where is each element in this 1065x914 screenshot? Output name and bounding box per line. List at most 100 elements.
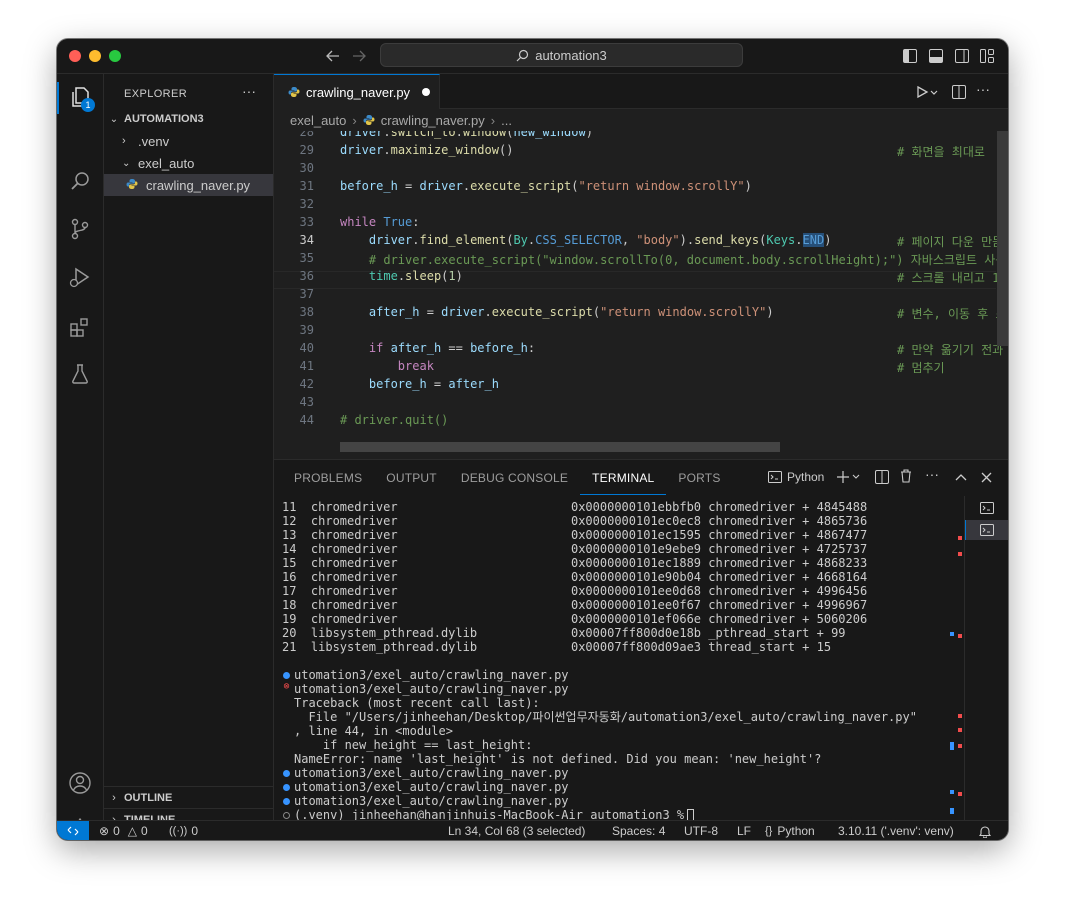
source-control-icon[interactable]	[67, 216, 93, 242]
code-line: # driver.quit()	[340, 413, 449, 427]
command-error-icon[interactable]: ⊗	[282, 682, 291, 692]
comment-text: # 멈추기	[897, 361, 945, 375]
chevron-right-icon: ›	[490, 112, 496, 128]
eol-status[interactable]: LF	[737, 821, 751, 840]
toggle-panel-icon[interactable]	[928, 48, 944, 64]
tree-item-venv[interactable]: › .venv	[104, 130, 273, 152]
horizontal-scrollbar-thumb[interactable]	[340, 442, 780, 452]
terminal-line: 12 chromedriver 0x0000000101ec0ec8 chrom…	[282, 514, 868, 528]
code-line: time.sleep(1)	[368, 269, 463, 283]
chevron-up-icon[interactable]	[953, 469, 969, 485]
breadcrumb-folder[interactable]: exel_auto	[290, 113, 346, 128]
line-number: 34	[299, 233, 314, 247]
code-line: driver.find_element(By.CSS_SELECTOR, "bo…	[368, 233, 832, 247]
problems-status[interactable]: ⊗ 0 △ 0	[99, 821, 148, 840]
back-arrow-icon[interactable]	[323, 47, 343, 65]
terminal-output[interactable]: 11 chromedriver 0x0000000101ebbfb0 chrom…	[282, 496, 942, 821]
trash-icon[interactable]	[898, 468, 914, 484]
line-number: 28	[299, 131, 314, 139]
run-python-icon[interactable]	[914, 84, 940, 100]
terminal-line: 15 chromedriver 0x0000000101ec1889 chrom…	[282, 556, 868, 570]
chevron-right-icon: ›	[112, 791, 116, 804]
scrollbar-error-marker	[958, 634, 962, 638]
terminal-line: 20 libsystem_pthread.dylib 0x00007ff800d…	[282, 626, 846, 640]
terminal-tabs-list	[964, 496, 1008, 821]
line-number: 37	[299, 287, 314, 301]
tree-item-crawling-naver[interactable]: crawling_naver.py	[104, 174, 273, 196]
split-editor-icon[interactable]	[951, 84, 967, 100]
tab-output[interactable]: OUTPUT	[374, 460, 449, 495]
terminal-scrollbar[interactable]	[946, 496, 964, 821]
outline-label: OUTLINE	[124, 791, 173, 804]
scrollbar-error-marker	[958, 744, 962, 748]
outline-section[interactable]: › OUTLINE	[104, 786, 273, 808]
encoding-status[interactable]: UTF-8	[684, 821, 718, 840]
more-actions-icon[interactable]: ···	[925, 466, 939, 482]
customize-layout-icon[interactable]	[979, 48, 995, 64]
indentation-status[interactable]: Spaces: 4	[612, 821, 665, 840]
zoom-window-button[interactable]	[109, 50, 121, 62]
terminal-line: utomation3/exel_auto/crawling_naver.py	[294, 766, 569, 780]
workspace-root-label: AUTOMATION3	[124, 113, 204, 125]
terminal-instance-1[interactable]	[965, 498, 1008, 518]
line-number: 42	[299, 377, 314, 391]
terminal-shell-selector[interactable]: Python	[768, 470, 824, 484]
forward-arrow-icon[interactable]	[349, 47, 369, 65]
command-success-dot-icon[interactable]	[283, 672, 290, 679]
ports-status[interactable]: ((·)) 0	[169, 821, 198, 840]
breadcrumb-file[interactable]: crawling_naver.py	[381, 113, 485, 128]
python-file-icon	[363, 114, 375, 126]
command-center-search[interactable]: automation3	[380, 43, 743, 67]
extensions-icon[interactable]	[67, 314, 93, 340]
line-number: 36	[299, 269, 314, 283]
unsaved-dot-icon[interactable]	[422, 88, 431, 96]
command-pending-dot-icon[interactable]	[283, 812, 290, 819]
search-icon[interactable]	[67, 168, 93, 194]
comment-text: # 화면을 최대로	[897, 145, 985, 159]
terminal-line: utomation3/exel_auto/crawling_naver.py	[294, 780, 569, 794]
remote-indicator[interactable]	[57, 821, 89, 840]
chevron-down-icon: ⌄	[109, 113, 119, 125]
testing-flask-icon[interactable]	[67, 361, 93, 387]
terminal-icon	[979, 502, 994, 514]
scrollbar-info-marker	[950, 632, 954, 636]
terminal-line: utomation3/exel_auto/crawling_naver.py	[294, 682, 569, 696]
command-success-dot-icon[interactable]	[283, 784, 290, 791]
sidebar-more-actions[interactable]: ···	[242, 83, 256, 99]
toggle-primary-sidebar-icon[interactable]	[902, 48, 918, 64]
language-mode[interactable]: {} Python	[765, 821, 815, 840]
notifications-bell-icon[interactable]	[979, 821, 991, 840]
cursor-position[interactable]: Ln 34, Col 68 (3 selected)	[448, 821, 585, 840]
broadcast-icon: ((·))	[169, 825, 188, 837]
explorer-badge: 1	[81, 98, 95, 112]
accounts-icon[interactable]	[67, 770, 93, 796]
close-panel-icon[interactable]	[978, 469, 994, 485]
close-window-button[interactable]	[69, 50, 81, 62]
breadcrumb-rest[interactable]: ...	[501, 113, 512, 128]
editor-tab-crawling-naver[interactable]: crawling_naver.py	[274, 74, 440, 109]
split-terminal-icon[interactable]	[874, 469, 890, 485]
tab-problems[interactable]: PROBLEMS	[274, 460, 374, 495]
code-line: # driver.execute_script("window.scrollTo…	[340, 251, 1008, 268]
new-terminal-icon[interactable]	[836, 468, 862, 486]
vertical-scrollbar-thumb[interactable]	[997, 131, 1008, 346]
terminal-instance-2[interactable]	[965, 520, 1008, 540]
explorer-files-icon[interactable]: 1	[67, 84, 95, 112]
tab-terminal[interactable]: TERMINAL	[580, 462, 667, 495]
python-interpreter[interactable]: 3.10.11 ('.venv': venv)	[838, 821, 954, 840]
more-actions-icon[interactable]: ···	[976, 81, 990, 97]
command-success-dot-icon[interactable]	[283, 798, 290, 805]
scrollbar-info-marker	[950, 790, 954, 794]
run-debug-icon[interactable]	[67, 264, 93, 290]
code-editor[interactable]: 28 29 30 31 32 33 34 35 36 37 38 39 40 4…	[274, 131, 1008, 459]
tab-debug-console[interactable]: DEBUG CONSOLE	[449, 460, 580, 495]
tab-ports[interactable]: PORTS	[666, 460, 732, 495]
toggle-secondary-sidebar-icon[interactable]	[954, 48, 970, 64]
minimize-window-button[interactable]	[89, 50, 101, 62]
workspace-root[interactable]: ⌄ AUTOMATION3	[104, 108, 273, 130]
tree-item-exel-auto[interactable]: ⌄ exel_auto	[104, 152, 273, 174]
chevron-right-icon: ›	[352, 112, 357, 128]
scrollbar-error-marker	[958, 714, 962, 718]
tree-item-label: .venv	[138, 133, 170, 149]
command-success-dot-icon[interactable]	[283, 770, 290, 777]
